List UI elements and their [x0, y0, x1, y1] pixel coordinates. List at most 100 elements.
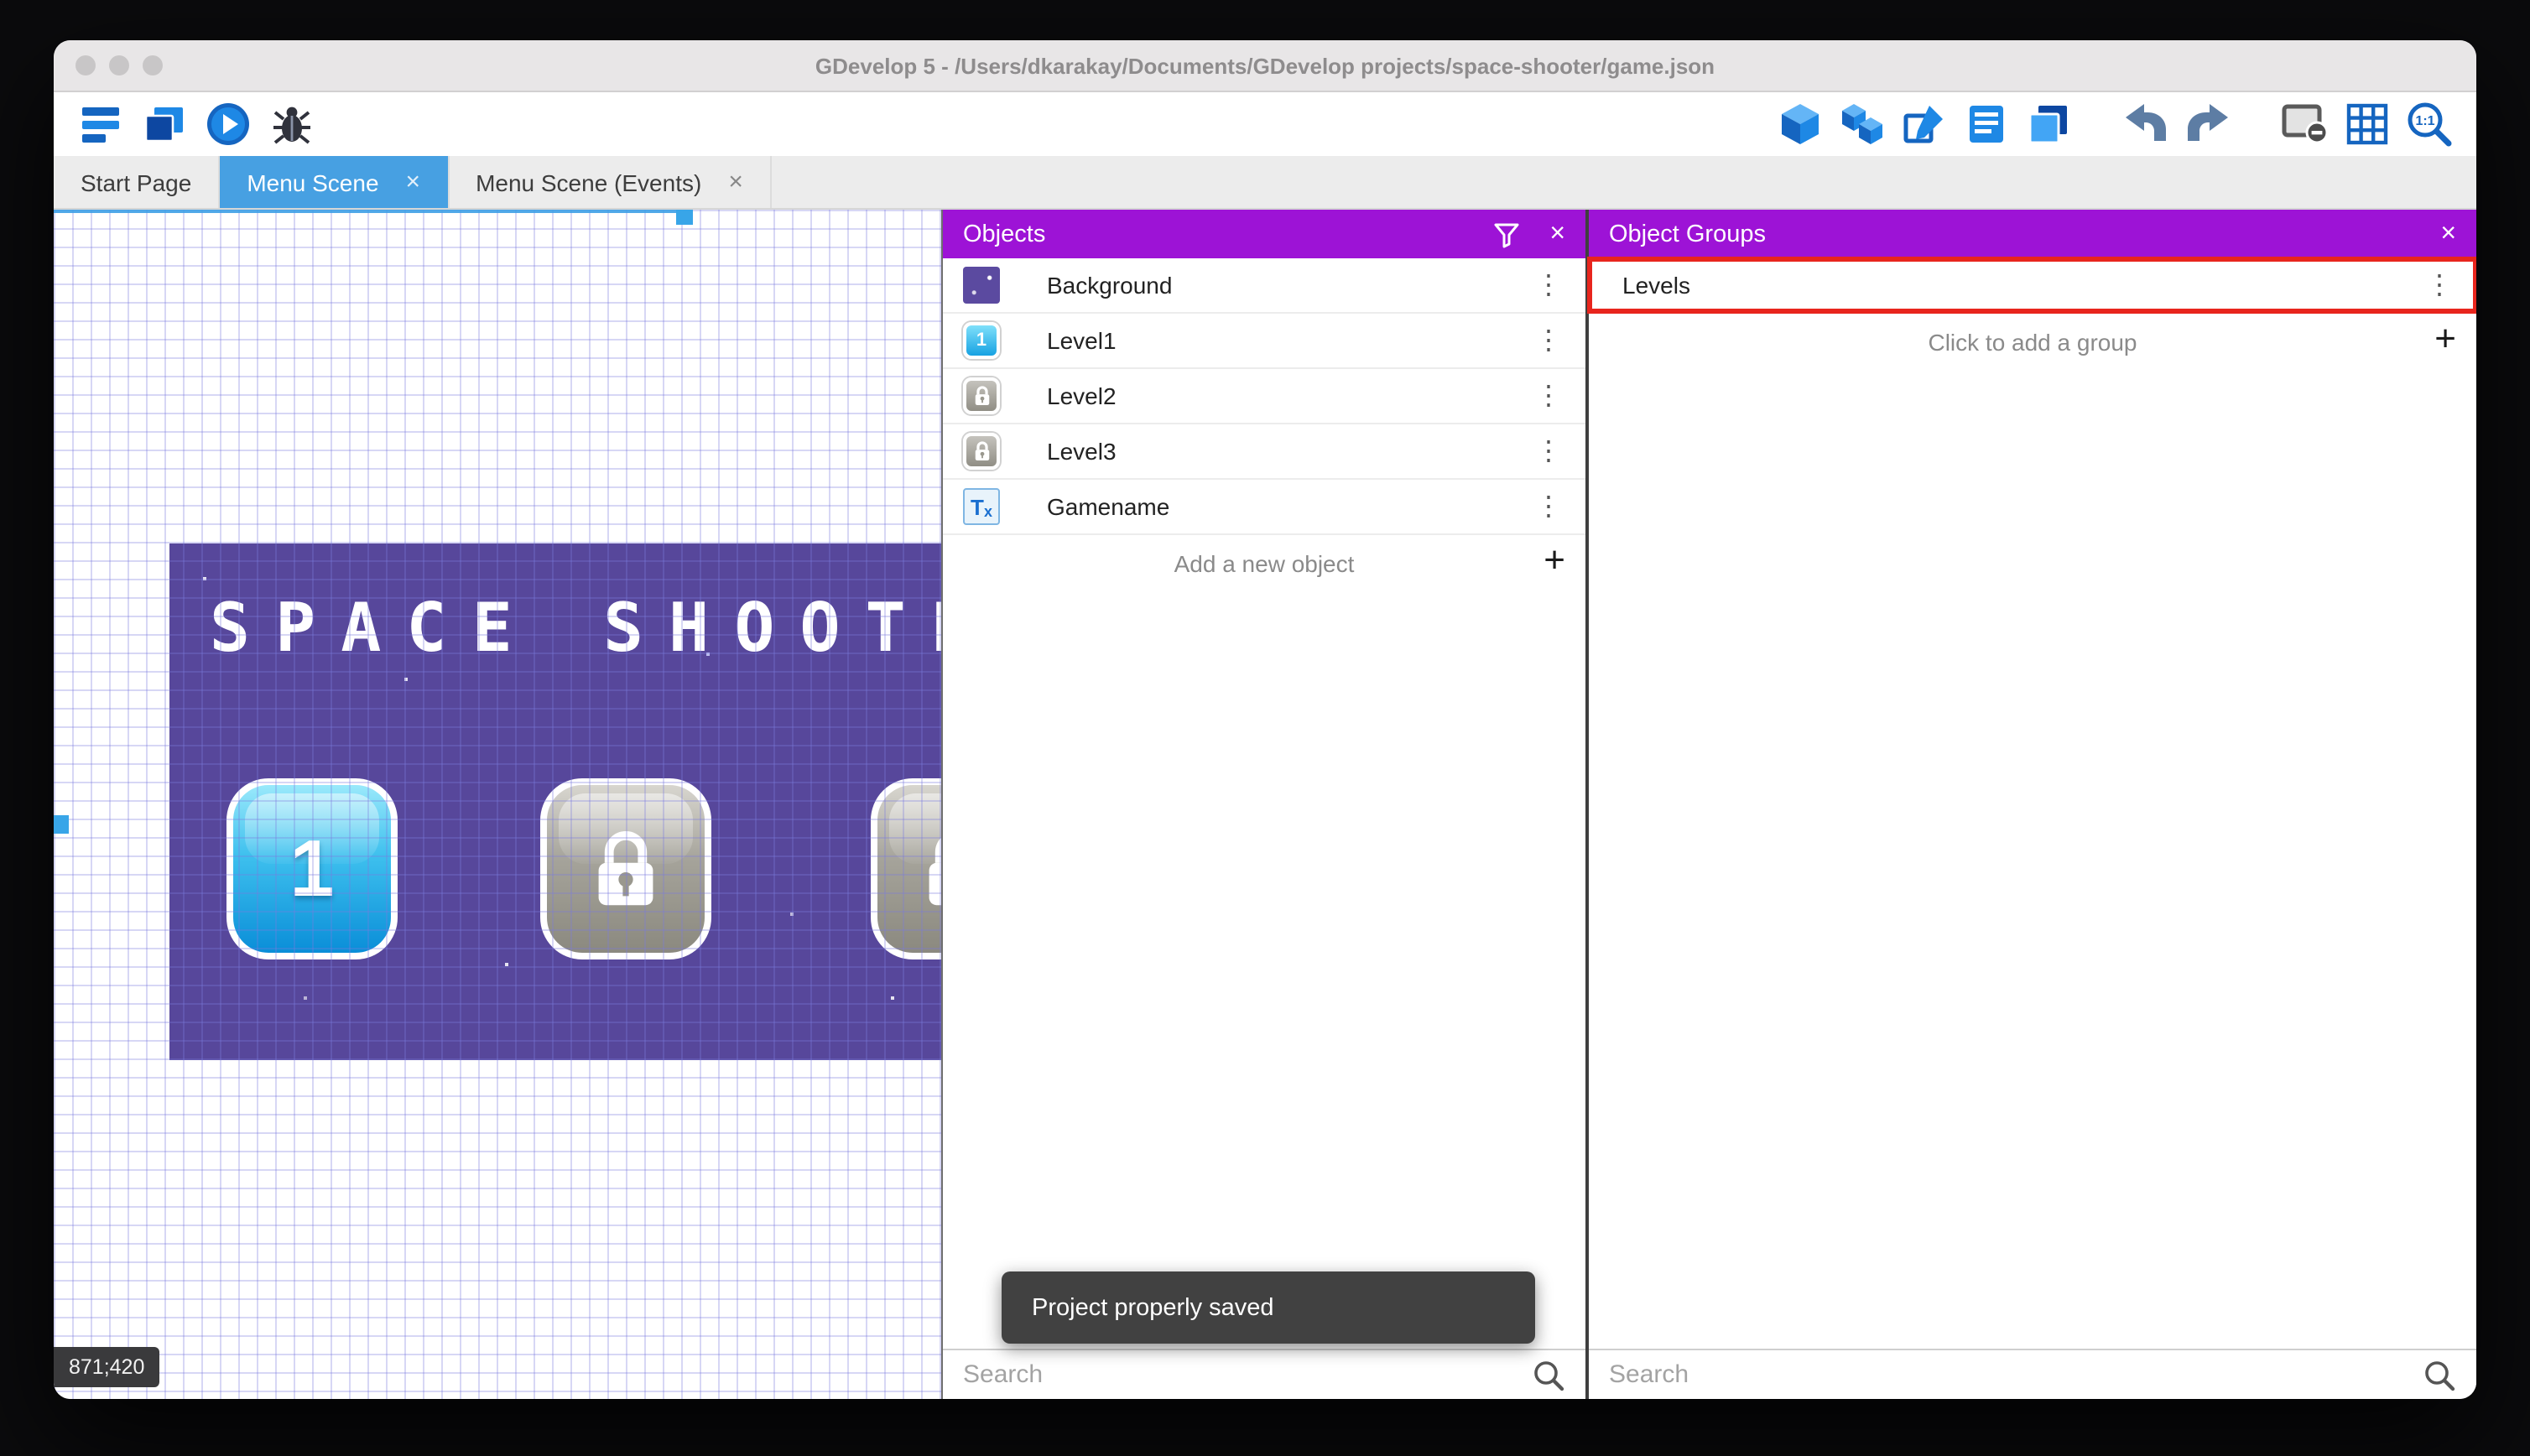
stars-decoration: [203, 577, 206, 580]
scene-title-text: SPACE SHOOTER: [209, 590, 941, 668]
group-menu-icon[interactable]: ⋮: [2419, 268, 2460, 302]
object-label: Level2: [1047, 382, 1117, 409]
objects-panel-title: Objects: [963, 221, 1046, 247]
scene-canvas[interactable]: SPACE SHOOTER 1: [54, 210, 941, 1399]
window-mask-icon: [2282, 104, 2329, 144]
lock-icon: [598, 831, 653, 906]
selection-edge: [54, 210, 691, 213]
object-row-level1[interactable]: 1 Level1 ⋮: [943, 314, 1585, 369]
toolbar-right: 1:1: [1773, 97, 2456, 151]
object-groups-icon: [1842, 104, 1882, 144]
object-label: Background: [1047, 272, 1173, 299]
debug-button[interactable]: [265, 97, 319, 151]
object-groups-panel-header: Object Groups ×: [1589, 210, 2476, 258]
tab-menu-scene-events-label: Menu Scene (Events): [476, 169, 702, 195]
level2-object-lock-icon: [963, 377, 1000, 414]
gdevelop-window: GDevelop 5 - /Users/dkarakay/Documents/G…: [54, 40, 2476, 1399]
window-mask-button[interactable]: [2278, 97, 2332, 151]
objects-panel-header: Objects ×: [943, 210, 1585, 258]
redo-button[interactable]: [2181, 97, 2235, 151]
layers-icon: [2028, 106, 2067, 144]
debug-bug-icon: [273, 107, 310, 144]
zoom-reset-button[interactable]: 1:1: [2402, 97, 2456, 151]
object-row-level2[interactable]: Level2 ⋮: [943, 369, 1585, 424]
objects-panel: Objects × Background ⋮ 1 Level1 ⋮ Level2…: [941, 210, 1585, 1399]
level1-button-instance: 1: [226, 778, 398, 959]
window-title: GDevelop 5 - /Users/dkarakay/Documents/G…: [815, 53, 1715, 78]
level2-button-instance: [540, 778, 711, 959]
object-menu-icon[interactable]: ⋮: [1528, 379, 1569, 413]
layers-panel-button[interactable]: [2022, 97, 2075, 151]
object-groups-panel-close-icon[interactable]: ×: [2440, 220, 2456, 247]
project-manager-button[interactable]: [74, 97, 128, 151]
object-row-background[interactable]: Background ⋮: [943, 258, 1585, 314]
preview-window-icon: [144, 107, 183, 143]
add-group-row[interactable]: Click to add a group +: [1589, 314, 2476, 369]
add-group-label: Click to add a group: [1928, 328, 2137, 355]
object-groups-panel: Object Groups × Levels ⋮ Click to add a …: [1585, 210, 2476, 1399]
group-row-levels[interactable]: Levels ⋮: [1587, 257, 2476, 314]
objects-panel-button[interactable]: [1773, 97, 1827, 151]
grid-icon: [2346, 103, 2388, 145]
object-label: Level1: [1047, 327, 1117, 354]
add-new-object-label: Add a new object: [1174, 549, 1355, 576]
project-manager-icon: [82, 107, 119, 143]
objects-cube-icon: [1782, 104, 1819, 144]
toolbar: 1:1: [54, 92, 2476, 156]
background-instance[interactable]: SPACE SHOOTER 1: [169, 543, 941, 1060]
screenshot-root: GDevelop 5 - /Users/dkarakay/Documents/G…: [0, 0, 2530, 1456]
level1-object-icon: 1: [963, 322, 1000, 359]
search-icon: [1534, 1360, 1564, 1391]
tab-menu-scene-events[interactable]: Menu Scene (Events) ×: [449, 156, 772, 208]
tab-menu-scene-close-icon[interactable]: ×: [406, 169, 421, 195]
objects-search-row: [943, 1349, 1585, 1399]
add-new-object-row[interactable]: Add a new object +: [943, 535, 1585, 590]
object-label: Gamename: [1047, 493, 1170, 520]
objects-panel-close-icon[interactable]: ×: [1549, 220, 1565, 247]
level3-button-instance: [871, 778, 941, 959]
groups-search-input[interactable]: [1609, 1360, 2423, 1389]
level3-object-lock-icon: [963, 433, 1000, 470]
tab-start-page-label: Start Page: [81, 169, 192, 195]
tab-menu-scene-label: Menu Scene: [247, 169, 379, 195]
object-menu-icon[interactable]: ⋮: [1528, 490, 1569, 523]
properties-panel-button[interactable]: [1898, 97, 1951, 151]
filter-icon[interactable]: [1492, 221, 1519, 247]
tab-start-page[interactable]: Start Page: [54, 156, 221, 208]
background-object-icon: [963, 267, 1000, 304]
tab-bar: Start Page Menu Scene × Menu Scene (Even…: [54, 156, 2476, 210]
lock-icon: [929, 837, 941, 906]
object-groups-panel-button[interactable]: [1835, 97, 1889, 151]
tab-menu-scene[interactable]: Menu Scene ×: [220, 156, 450, 208]
object-menu-icon[interactable]: ⋮: [1528, 324, 1569, 357]
selection-handle-left[interactable]: [54, 815, 69, 834]
object-groups-panel-title: Object Groups: [1609, 221, 1766, 247]
undo-button[interactable]: [2119, 97, 2173, 151]
titlebar: GDevelop 5 - /Users/dkarakay/Documents/G…: [54, 40, 2476, 92]
object-row-gamename[interactable]: T x Gamename ⋮: [943, 480, 1585, 535]
object-label: Level3: [1047, 438, 1117, 465]
group-label: Levels: [1622, 272, 1690, 299]
text-object-icon: T x: [963, 488, 1000, 525]
object-menu-icon[interactable]: ⋮: [1528, 434, 1569, 468]
selection-handle-top[interactable]: [676, 210, 693, 225]
object-row-level3[interactable]: Level3 ⋮: [943, 424, 1585, 480]
play-icon: [207, 103, 249, 145]
instances-list-button[interactable]: [1960, 97, 2013, 151]
save-toast: Project properly saved: [1002, 1271, 1535, 1344]
toolbar-left: [74, 97, 319, 151]
properties-pencil-icon: [1903, 106, 1943, 143]
play-preview-button[interactable]: [201, 97, 255, 151]
add-group-plus-icon[interactable]: +: [2434, 317, 2456, 361]
groups-search-row: [1589, 1349, 2476, 1399]
zoom-1-1-icon: 1:1: [2408, 102, 2452, 147]
objects-search-input[interactable]: [963, 1360, 1532, 1389]
cursor-coordinates: 871;420: [54, 1347, 160, 1387]
redo-arrow-icon: [2188, 104, 2228, 141]
toggle-grid-button[interactable]: [2340, 97, 2394, 151]
preview-window-button[interactable]: [138, 97, 191, 151]
tab-menu-scene-events-close-icon[interactable]: ×: [728, 169, 743, 195]
object-menu-icon[interactable]: ⋮: [1528, 268, 1569, 302]
groups-panel-empty-area: [1589, 369, 2476, 1349]
add-object-plus-icon[interactable]: +: [1544, 538, 1565, 582]
